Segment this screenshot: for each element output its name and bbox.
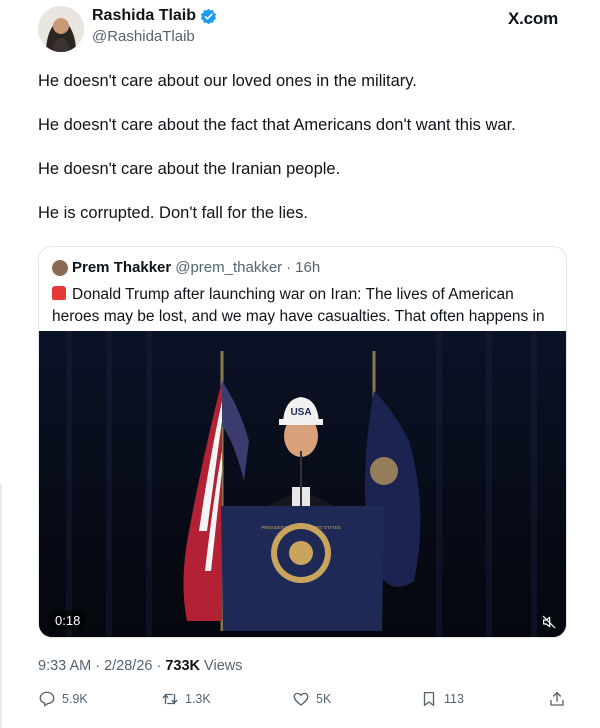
video-player[interactable]: USA PRESIDENT OF THE UNITED STATES 0:18 <box>39 331 566 637</box>
views-label: Views <box>200 658 243 674</box>
tweet-header: Rashida Tlaib @RashidaTlaib X.com <box>38 6 562 52</box>
bookmark-icon <box>423 691 435 707</box>
tweet-body: He doesn't care about our loved ones in … <box>38 70 568 246</box>
tweet-meta: 9:33 AM · 2/28/26 · 733K Views <box>38 658 242 674</box>
timestamp[interactable]: 9:33 AM · 2/28/26 · <box>38 658 165 674</box>
site-label: X.com <box>507 9 558 28</box>
mute-icon[interactable] <box>541 614 557 630</box>
repost-button[interactable]: 1.3K <box>161 690 211 708</box>
tweet-line: He doesn't care about the fact that Amer… <box>38 116 516 134</box>
quoted-tweet[interactable]: Prem Thakker @prem_thakker · 16h Donald … <box>38 246 567 638</box>
quote-separator: · <box>286 259 292 276</box>
like-count: 5K <box>316 692 332 706</box>
page-edge-divider <box>0 484 2 728</box>
quote-age[interactable]: 16h <box>295 259 320 276</box>
views-count: 733K <box>165 658 201 674</box>
cap-text: USA <box>290 407 311 418</box>
repost-icon <box>162 693 178 705</box>
siren-icon <box>52 286 66 300</box>
share-button[interactable] <box>548 690 566 708</box>
seal-text: PRESIDENT OF THE UNITED STATES <box>261 525 340 530</box>
quote-header: Prem Thakker @prem_thakker · 16h <box>52 259 320 276</box>
reply-button[interactable]: 5.9K <box>38 690 88 708</box>
quote-author-name[interactable]: Prem Thakker <box>72 259 171 276</box>
action-bar: 5.9K 1.3K 5K 113 <box>38 690 568 710</box>
tweet-line: He doesn't care about our loved ones in … <box>38 72 417 90</box>
quote-avatar[interactable] <box>52 259 68 276</box>
reply-icon <box>39 691 55 707</box>
quote-author-handle[interactable]: @prem_thakker <box>175 259 282 276</box>
like-icon <box>293 692 309 706</box>
bookmark-button[interactable]: 113 <box>420 690 464 708</box>
verified-badge-icon <box>200 8 217 25</box>
repost-count: 1.3K <box>185 692 211 706</box>
tweet-line: He doesn't care about the Iranian people… <box>38 160 341 178</box>
like-button[interactable]: 5K <box>292 690 331 708</box>
share-icon <box>550 691 564 706</box>
video-timer: 0:18 <box>50 611 86 630</box>
author-name[interactable]: Rashida Tlaib <box>92 7 196 25</box>
reply-count: 5.9K <box>62 692 88 706</box>
tweet-line: He is corrupted. Don't fall for the lies… <box>38 204 309 222</box>
author-handle[interactable]: @RashidaTlaib <box>92 28 195 45</box>
bookmark-count: 113 <box>444 692 464 706</box>
avatar[interactable] <box>38 6 84 52</box>
video-frame: USA PRESIDENT OF THE UNITED STATES <box>39 331 566 637</box>
